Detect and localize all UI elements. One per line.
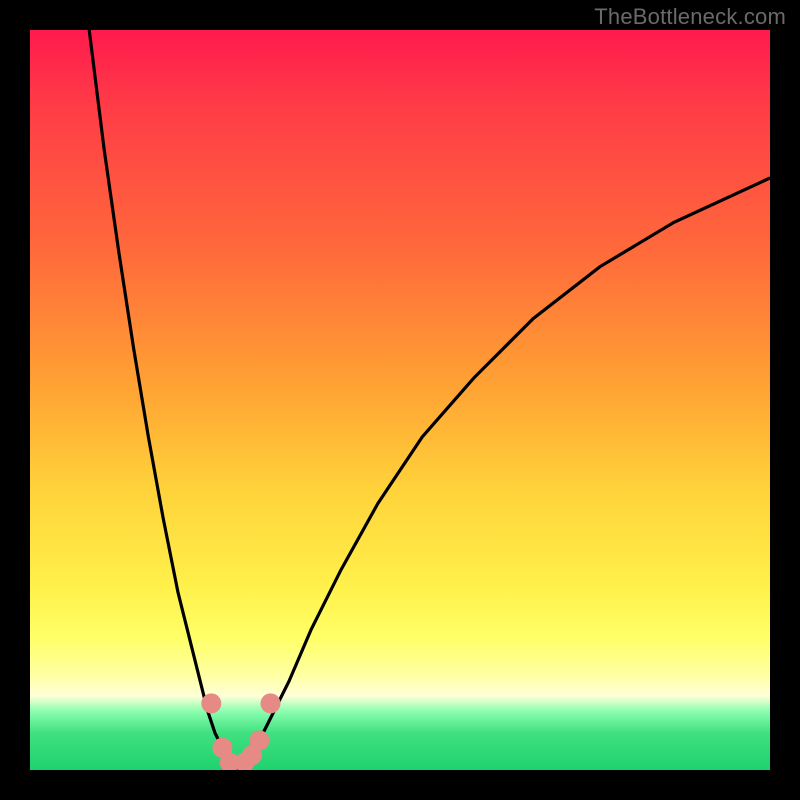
curve-marker — [249, 730, 269, 750]
plot-area — [30, 30, 770, 770]
attribution-text: TheBottleneck.com — [594, 4, 786, 30]
curve-marker — [201, 693, 221, 713]
bottleneck-curve — [30, 30, 770, 770]
curve-left-branch — [89, 30, 237, 770]
curve-marker — [261, 693, 281, 713]
curve-right-branch — [237, 178, 770, 770]
chart-frame: TheBottleneck.com — [0, 0, 800, 800]
